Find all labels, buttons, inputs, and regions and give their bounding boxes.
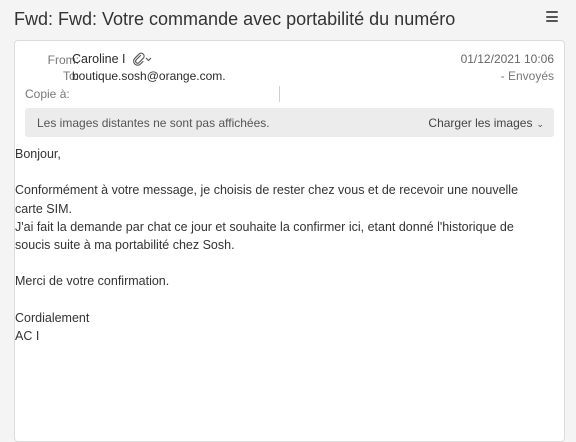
signature: AC I xyxy=(15,328,40,343)
message-folder[interactable]: - Envoyés xyxy=(501,69,554,83)
message-body: Bonjour, Conformément à votre message, j… xyxy=(15,145,545,345)
cc-redacted-field xyxy=(77,86,280,102)
body-line: Conformément à votre message, je choisis… xyxy=(15,183,519,198)
sender-name[interactable]: Caroline I xyxy=(72,52,126,66)
message-date: 01/12/2021 10:06 xyxy=(460,52,554,66)
hamburger-menu-icon[interactable] xyxy=(546,11,558,23)
paperclip-icon[interactable] xyxy=(132,52,152,66)
chevron-down-icon: ⌄ xyxy=(536,119,544,129)
greeting: Bonjour, xyxy=(15,147,61,161)
recipient-address[interactable]: boutique.sosh@orange.com. xyxy=(72,69,226,83)
remote-images-notice: Les images distantes ne sont pas affiché… xyxy=(25,108,554,137)
message-card: From: Caroline I To: boutique.sosh@orang… xyxy=(14,40,565,442)
remote-images-text: Les images distantes ne sont pas affiché… xyxy=(37,116,270,130)
message-subject: Fwd: Fwd: Votre commande avec portabilit… xyxy=(14,9,456,29)
load-images-button[interactable]: Charger les images ⌄ xyxy=(428,116,544,130)
thanks-line: Merci de votre confirmation. xyxy=(15,274,170,289)
cc-label: Copie à: xyxy=(25,87,70,101)
closing-line: Cordialement xyxy=(15,310,90,325)
body-line: soucis suite à ma portabilité chez Sosh. xyxy=(15,238,235,252)
body-line: carte SIM. xyxy=(15,201,72,216)
load-images-label: Charger les images xyxy=(428,116,533,130)
body-line: J'ai fait la demande par chat ce jour et… xyxy=(15,219,514,234)
